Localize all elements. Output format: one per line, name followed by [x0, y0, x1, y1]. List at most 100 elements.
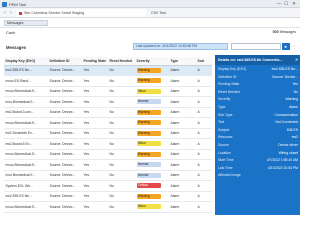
cell-display-key: mvoc.ES.Rand...	[4, 75, 48, 87]
column-header-type[interactable]: Type	[169, 57, 196, 66]
details-value: ew2	[291, 135, 298, 140]
cell-severity: Warning	[135, 128, 169, 139]
cell-pending-state: Yes	[82, 159, 108, 171]
window-title: PEM Tool	[9, 1, 27, 7]
table-row[interactable]: System.EXL.Wir... Source: Device... Yes No C…	[4, 180, 212, 192]
table-row[interactable]: ew2.Scramble.Ex... Source: Device... Yes No…	[4, 128, 212, 139]
message-count-suffix: Messages	[279, 30, 296, 34]
table-row[interactable]: mvoc.ES.Rand... Source: Device... Yes No War…	[4, 75, 212, 87]
details-row: Last Time 4/11/2022 10:53 PM	[215, 165, 300, 173]
table-row[interactable]: mvoc.Biomedical.E... Source: Device... Yes…	[4, 86, 212, 97]
cell-reset-needed: No	[108, 107, 135, 118]
column-header-sub[interactable]: Sub	[196, 57, 212, 66]
cell-pending-state: Yes	[82, 149, 108, 160]
severity-badge: Critical	[136, 183, 161, 189]
details-key: Last Time	[218, 165, 233, 170]
column-header-reset-needed[interactable]: Reset Needed	[108, 57, 135, 66]
details-key: Definition ID	[218, 74, 237, 79]
cell-definition-id: Source: Device...	[48, 170, 82, 181]
details-row: Affected Image	[215, 172, 300, 180]
app-icon	[2, 1, 7, 7]
table-row[interactable]: mvoc.Biomedical.E... Source: Device... Yes…	[4, 117, 212, 129]
cell-pending-state: Yes	[82, 180, 108, 192]
details-value: ew2.835.ES.Ne...	[271, 67, 298, 71]
details-key: Location	[218, 150, 231, 155]
cell-reset-needed: No	[108, 96, 135, 108]
details-close-icon[interactable]: ✕	[294, 55, 299, 65]
table-row[interactable]: ew2.Board.3.ocn... Source: Device... Yes No…	[4, 107, 212, 118]
column-header-pending-state[interactable]: Pending State	[82, 57, 108, 66]
table-row[interactable]: mvoc.Biomedical.E... Source: Device... Yes…	[4, 149, 212, 160]
details-value: No	[293, 89, 298, 94]
details-panel: Details on: ew2.835.ES.Ne Connectio... ✕…	[215, 55, 300, 215]
messages-table: Display Key (EXO) Definition ID Pending …	[4, 57, 212, 215]
severity-badge: Warning	[136, 78, 161, 84]
cash-label: Cash	[6, 30, 16, 35]
close-window-button[interactable]: ✕	[291, 1, 297, 7]
severity-badge: Warning	[136, 130, 161, 136]
cell-display-key: ew2.Scramble.Ex...	[4, 128, 48, 139]
search-button[interactable]: ►	[282, 43, 290, 50]
column-header-severity[interactable]: Severity	[135, 57, 169, 66]
cell-pending-state: Yes	[82, 170, 108, 181]
cell-severity: Normal	[135, 159, 169, 171]
cell-display-key: mvoc.Biomedical.E...	[4, 149, 48, 160]
details-row: Type Alarm	[215, 104, 300, 112]
tab-site[interactable]: Site Columbus Service Smart Staging	[16, 9, 146, 17]
forward-icon[interactable]: ›	[8, 10, 14, 16]
cell-reset-needed: No	[108, 149, 135, 160]
message-count-value: 500	[272, 30, 279, 34]
table-row[interactable]: mvoc.Biomedical.E... Source: Device... Yes…	[4, 201, 212, 213]
maximize-button[interactable]: ☐	[283, 1, 289, 7]
cell-type: Alarm	[169, 201, 196, 213]
table-row[interactable]: mvoc.Biomedical.E... Source: Device... Yes…	[4, 159, 212, 171]
cell-display-key: ew2.Board.3.ocn...	[4, 107, 48, 118]
details-key: Type	[218, 104, 226, 109]
details-row: Start Time 4/7/2022 1:55:10 AM	[215, 157, 300, 165]
table-row[interactable]: ew2.Board.5.Ex... Source: Device... Yes No M…	[4, 138, 212, 150]
cell-display-key: mvoc.Biomedical.E...	[4, 159, 48, 171]
cell-severity: Normal	[135, 170, 169, 181]
details-value: 835.ES	[286, 127, 298, 132]
tab-csv-test[interactable]: CSV Test	[148, 9, 248, 17]
column-header-definition-id[interactable]: Definition ID	[48, 57, 82, 66]
severity-badge: Normal	[136, 172, 161, 178]
column-header-display-key[interactable]: Display Key (EXO)	[4, 57, 48, 66]
cell-reset-needed: No	[108, 159, 135, 171]
search-input[interactable]	[231, 43, 281, 50]
details-value: Source: Device...	[272, 74, 298, 79]
more-options-icon[interactable]: ⋮	[291, 43, 297, 50]
table-row[interactable]: mvo.Biomedical.E... Source: Device... Yes N…	[4, 170, 212, 181]
cell-definition-id: Source: Device...	[48, 86, 82, 97]
cell-sub: A	[196, 170, 212, 181]
details-row: Resource ew2	[215, 134, 300, 142]
minimize-button[interactable]: —	[276, 1, 282, 7]
details-row: Text Not Connected	[215, 119, 300, 127]
details-row: Display Key (EXO) ew2.835.ES.Ne...	[215, 66, 300, 74]
cell-type: Alarm	[169, 191, 196, 202]
details-key: Severity	[218, 97, 231, 102]
details-row: Reset Needed No	[215, 89, 300, 97]
cell-sub: A	[196, 96, 212, 108]
cell-severity: Minor	[135, 138, 169, 150]
severity-badge: Warning	[136, 193, 161, 199]
cell-display-key: mvoc.Biomedical.E...	[4, 201, 48, 213]
table-row[interactable]: ew2.835.ES.Ne... Source: Device... Yes No Wa…	[4, 65, 212, 76]
cell-display-key: mvoc.Biomedical.E...	[4, 86, 48, 97]
details-value: Device driver	[278, 142, 298, 147]
cell-pending-state: Yes	[82, 191, 108, 202]
last-updated-badge: Last updated on: 4/11/2022 10:53:48 PM	[133, 43, 228, 50]
details-value: Communication	[274, 112, 298, 117]
severity-badge: Warning	[136, 120, 161, 126]
cell-type: Alarm	[169, 170, 196, 181]
messages-tab[interactable]: Messages	[4, 19, 48, 26]
table-row[interactable]: ew2.835.ES.Ne... Source: Device... Yes No Wa…	[4, 191, 212, 202]
details-key: Resource	[218, 135, 233, 140]
cell-reset-needed: No	[108, 201, 135, 213]
tab-site-label: Site Columbus Service Smart Staging	[24, 11, 85, 15]
cell-sub: A	[196, 149, 212, 160]
cell-definition-id: Source: Device...	[48, 117, 82, 129]
cell-sub: A	[196, 128, 212, 139]
table-row[interactable]: mvo.Biomedical.E... Source: Device... Yes N…	[4, 96, 212, 108]
messages-header: Messages Last updated on: 4/11/2022 10:5…	[0, 42, 300, 52]
